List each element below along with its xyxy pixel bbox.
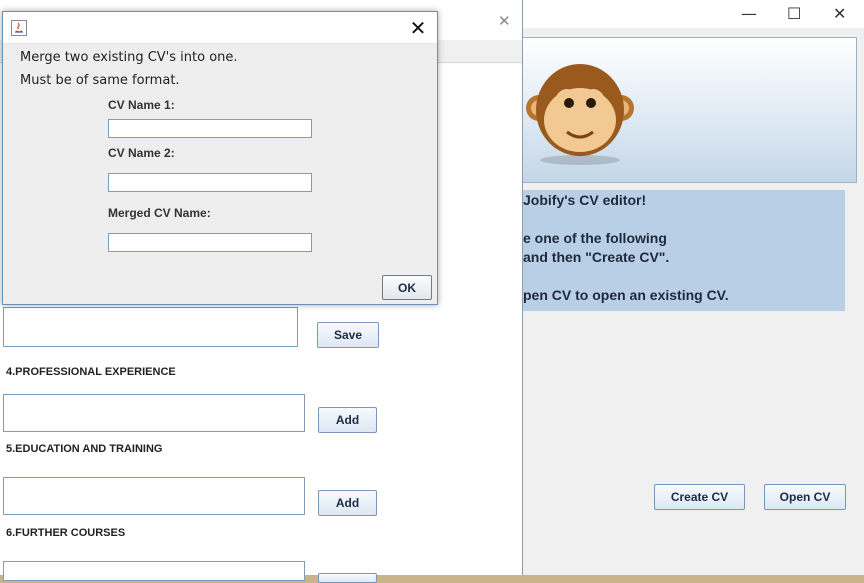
save-button[interactable]: Save <box>317 322 379 348</box>
info-line-4: pen CV to open an existing CV. <box>523 287 729 303</box>
editor-close-button[interactable]: ✕ <box>498 12 511 30</box>
section-label-education-training: 5.EDUCATION AND TRAINING <box>6 443 163 455</box>
open-cv-button[interactable]: Open CV <box>764 484 846 510</box>
instructions-panel: Jobify's CV editor! e one of the followi… <box>521 190 845 311</box>
monkey-icon <box>526 64 634 165</box>
further-courses-textarea[interactable] <box>3 561 305 581</box>
close-button[interactable]: ✕ <box>833 4 846 23</box>
dialog-titlebar: ✕ <box>3 12 437 44</box>
dialog-message-line-2: Must be of same format. <box>20 73 180 88</box>
maximize-button[interactable]: ☐ <box>787 4 801 23</box>
cv-name-2-input[interactable] <box>108 173 312 192</box>
java-icon <box>11 20 27 36</box>
minimize-button[interactable]: — <box>741 4 757 23</box>
info-line-2: e one of the following <box>523 230 667 246</box>
add-professional-experience-button[interactable]: Add <box>318 407 377 433</box>
info-line-3: and then "Create CV". <box>523 249 670 265</box>
cv-name-2-label: CV Name 2: <box>108 146 175 160</box>
cv-name-1-label: CV Name 1: <box>108 98 175 112</box>
education-training-textarea[interactable] <box>3 477 305 515</box>
info-line-1: Jobify's CV editor! <box>523 192 647 208</box>
section-label-further-courses: 6.FURTHER COURSES <box>6 527 126 539</box>
add-education-training-button[interactable]: Add <box>318 490 377 516</box>
merged-cv-name-input[interactable] <box>108 233 312 252</box>
merged-cv-name-label: Merged CV Name: <box>108 206 211 220</box>
merge-cv-dialog: ✕ Merge two existing CV's into one. Must… <box>2 11 438 305</box>
professional-experience-textarea[interactable] <box>3 394 305 432</box>
dialog-close-button[interactable]: ✕ <box>407 17 429 39</box>
ok-button[interactable]: OK <box>382 275 432 300</box>
section-3-textarea[interactable] <box>3 307 298 347</box>
dialog-message-line-1: Merge two existing CV's into one. <box>20 50 238 65</box>
section-label-professional-experience: 4.PROFESSIONAL EXPERIENCE <box>6 366 176 378</box>
cv-name-1-input[interactable] <box>108 119 312 138</box>
create-cv-button[interactable]: Create CV <box>654 484 745 510</box>
